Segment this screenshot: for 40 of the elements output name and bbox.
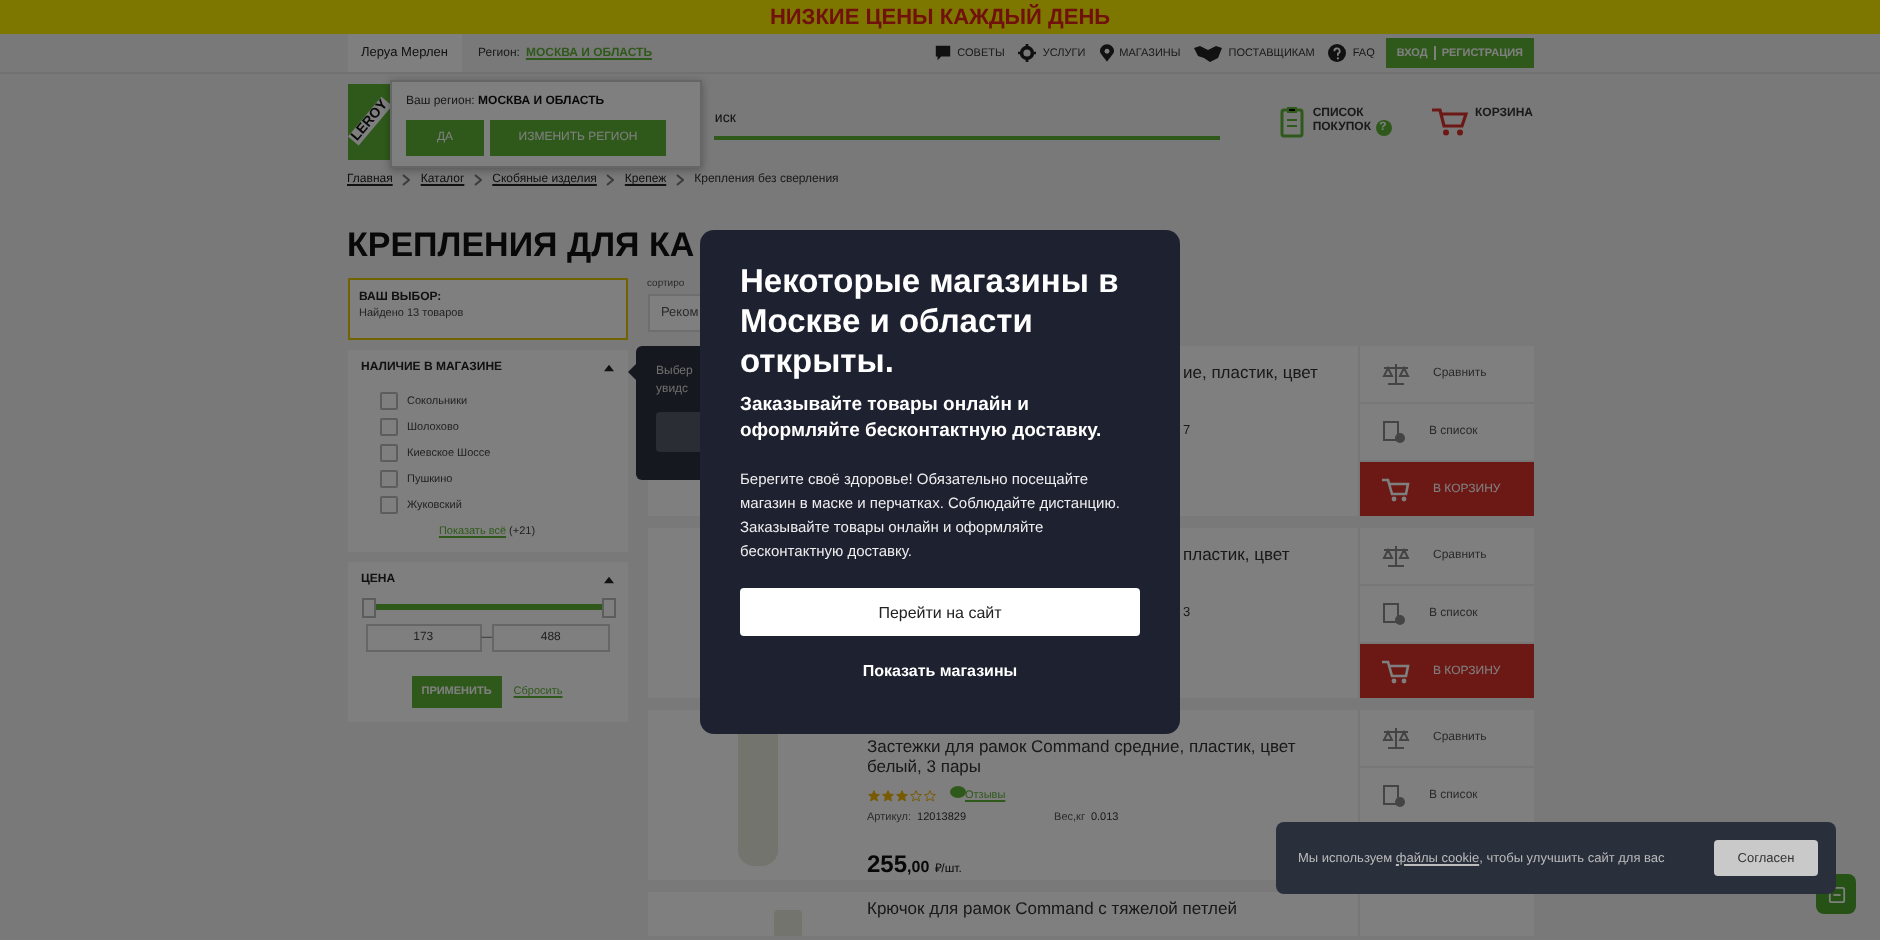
dialog-subtitle: Заказывайте товары онлайн и оформляйте бесконтактную доставку. [740,392,1104,444]
checkbox[interactable] [379,444,397,462]
checkbox[interactable] [379,392,397,410]
checkbox[interactable] [379,470,397,488]
checkbox[interactable] [379,418,397,436]
price: 255 [867,854,908,874]
product-title[interactable]: Застежки для рамок Command средние, пластик, цвет белый, 3 пары [867,736,1345,776]
show-stores-link[interactable]: Показать магазины [862,662,1018,680]
cart-icon [1381,478,1409,502]
caret-icon[interactable] [603,576,613,584]
chevron-icon [402,174,411,186]
help-icon [1328,44,1347,62]
chat-icon [933,44,952,62]
location-pin-icon [1099,44,1114,62]
chevron-icon [606,174,615,186]
scales-icon [1381,544,1409,568]
product-title[interactable]: Крючок для рамок Command с тяжелой петлей [867,898,1345,918]
document-icon [1381,602,1405,626]
scales-icon [1381,362,1409,386]
chevron-icon [474,174,483,186]
chevron-icon [676,174,685,186]
document-icon [1381,420,1405,444]
cart-icon [1431,107,1467,135]
speech-bubble-icon [949,786,965,798]
checkbox[interactable] [379,496,397,514]
slider-handle[interactable] [361,598,375,618]
gear-icon [1018,44,1037,62]
slider-handle[interactable] [601,598,615,618]
clipboard-icon [1280,105,1305,137]
dialog-title: Некоторые магазины в Москве и области открыты. [740,262,1121,382]
cart-icon [1381,660,1409,684]
promo-text: НИЗКИЕ ЦЕНЫ КАЖДЫЙ ДЕНЬ [769,5,1111,29]
product-title[interactable]: пластик, цвет [1183,544,1345,564]
price-cents: ,00 [907,858,930,878]
document-icon [1381,784,1405,808]
product-title[interactable]: ие, пластик, цвет [1183,362,1345,382]
go-to-site-button[interactable]: Перейти на сайт [740,588,1140,636]
caret-icon[interactable] [603,364,613,372]
page-title: КРЕПЛЕНИЯ ДЛЯ КА [347,226,697,266]
scales-icon [1381,726,1409,750]
